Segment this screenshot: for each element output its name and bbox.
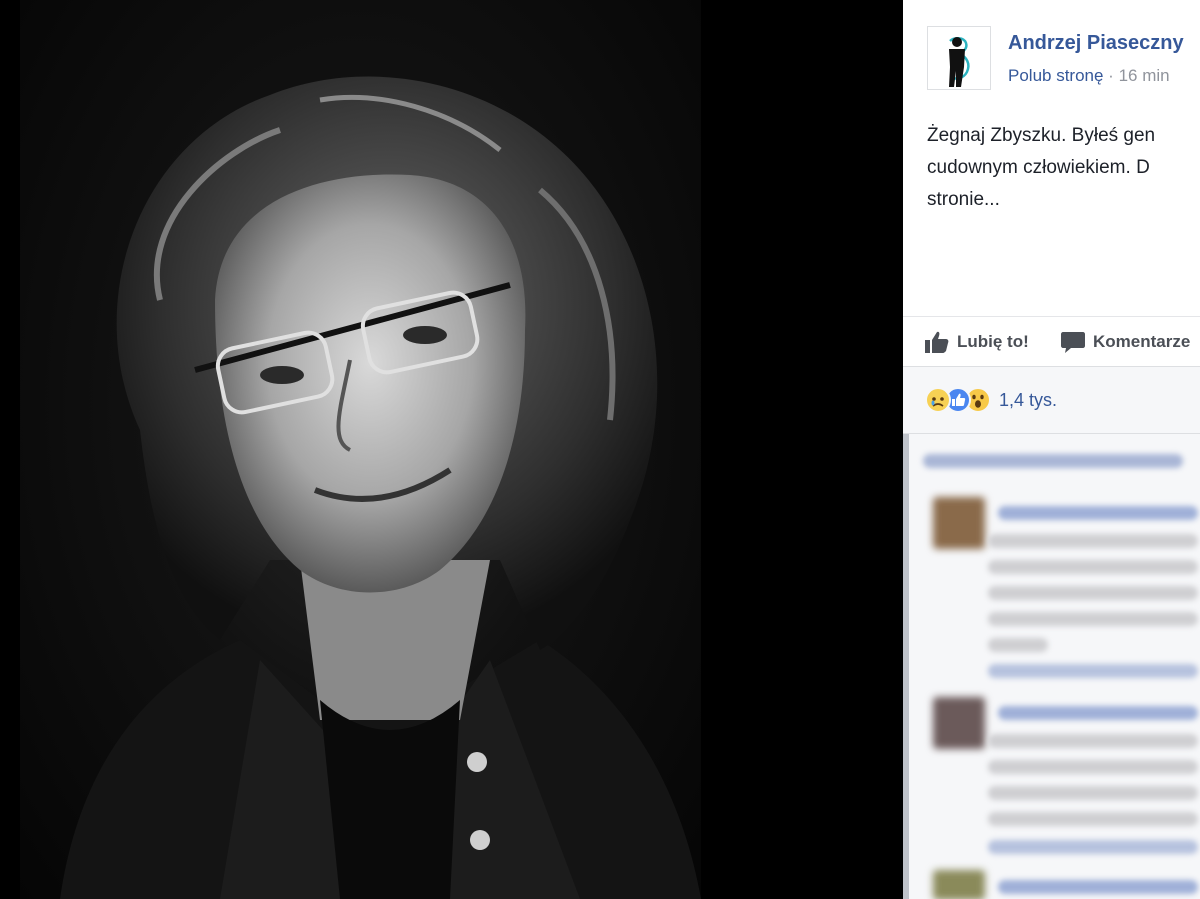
scroll-edge	[903, 434, 909, 899]
thumbs-up-icon	[925, 331, 949, 353]
facebook-photo-viewer: Andrzej Piaseczny Polub stronę · 16 min …	[0, 0, 1200, 899]
reaction-summary[interactable]: 1,4 tys.	[925, 387, 1057, 413]
speech-bubble-icon	[1061, 332, 1085, 353]
comment-button[interactable]: Komentarze	[1061, 326, 1190, 358]
blurred-text	[998, 506, 1198, 520]
post-header: Andrzej Piaseczny Polub stronę · 16 min	[927, 26, 1200, 92]
blurred-text	[988, 638, 1048, 652]
blurred-text	[988, 664, 1198, 678]
blurred-text	[988, 612, 1198, 626]
like-page-link[interactable]: Polub stronę	[1008, 66, 1103, 85]
blurred-text	[988, 786, 1198, 800]
like-button-label: Lubię to!	[957, 332, 1029, 351]
portrait-illustration	[60, 76, 701, 899]
post-photo[interactable]	[20, 0, 701, 899]
reaction-count[interactable]: 1,4 tys.	[999, 390, 1057, 411]
profile-logo-icon	[928, 27, 990, 89]
blurred-text	[988, 734, 1198, 748]
blurred-text	[998, 706, 1198, 720]
post-side-panel: Andrzej Piaseczny Polub stronę · 16 min …	[903, 0, 1200, 899]
blurred-text	[988, 840, 1198, 854]
comment-button-label: Komentarze	[1093, 332, 1191, 351]
divider	[903, 316, 1200, 317]
blurred-avatar	[933, 870, 985, 899]
post-text: Żegnaj Zbyszku. Byłeś gen cudownym człow…	[927, 125, 1156, 210]
blurred-text	[923, 454, 1183, 468]
photo-area	[0, 0, 903, 899]
blurred-avatar	[933, 497, 985, 549]
meta-separator: ·	[1103, 66, 1119, 85]
blurred-text	[988, 760, 1198, 774]
comments-section-blurred	[903, 433, 1200, 899]
sad-reaction-icon	[925, 387, 951, 413]
blurred-text	[988, 534, 1198, 548]
blurred-text	[988, 560, 1198, 574]
post-timestamp[interactable]: 16 min	[1119, 66, 1170, 85]
blurred-avatar	[933, 697, 985, 749]
like-button[interactable]: Lubię to!	[925, 326, 1029, 358]
blurred-text	[988, 812, 1198, 826]
page-avatar[interactable]	[927, 26, 991, 90]
page-name-link[interactable]: Andrzej Piaseczny	[1008, 32, 1184, 55]
blurred-text	[998, 880, 1198, 894]
blurred-text	[988, 586, 1198, 600]
reactions-bar: 1,4 tys.	[903, 367, 1200, 433]
post-meta: Polub stronę · 16 min	[1008, 66, 1170, 86]
